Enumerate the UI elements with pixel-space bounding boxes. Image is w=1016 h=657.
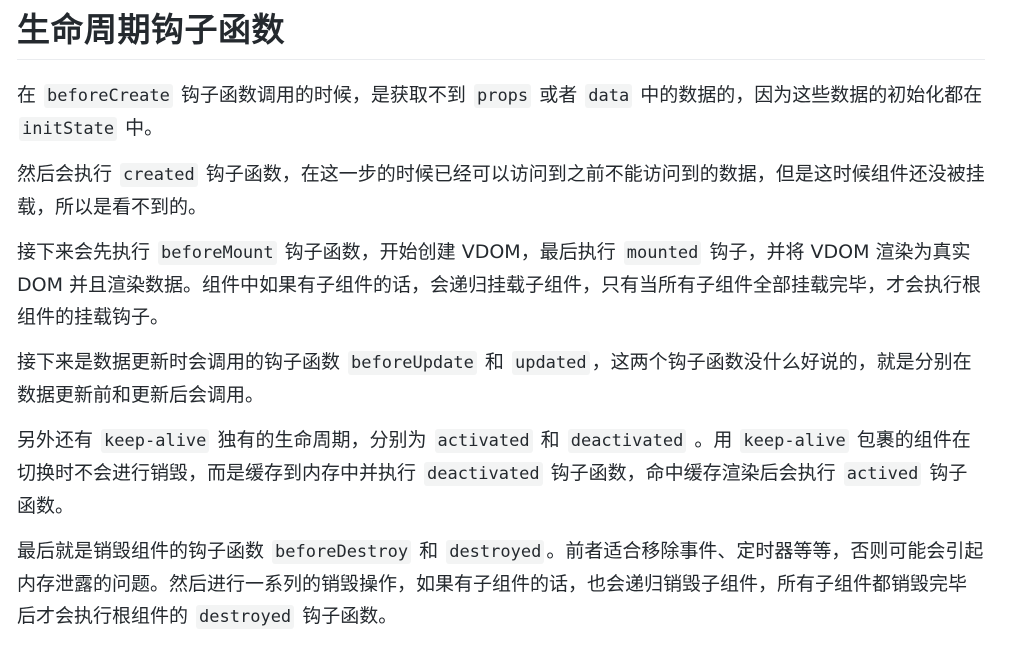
inline-code: updated xyxy=(511,351,590,375)
paragraph-1: 在 beforeCreate 钩子函数调用的时候，是获取不到 props 或者 … xyxy=(17,79,985,145)
inline-code: initState xyxy=(19,117,118,141)
text-run: 另外还有 xyxy=(17,429,100,451)
text-run: 最后就是销毁组件的钩子函数 xyxy=(17,540,271,562)
text-run: 和 xyxy=(478,351,510,373)
inline-code: props xyxy=(473,84,532,108)
inline-code: activated xyxy=(434,429,533,453)
inline-code: destroyed xyxy=(446,540,545,564)
text-run: 中的数据的，因为这些数据的初始化都在 xyxy=(634,84,983,106)
paragraph-6: 最后就是销毁组件的钩子函数 beforeDestroy 和 destroyed。… xyxy=(17,535,985,633)
text-run: 在 xyxy=(17,84,43,106)
inline-code: beforeMount xyxy=(158,241,277,265)
text-run: 接下来会先执行 xyxy=(17,241,157,263)
inline-code: deactivated xyxy=(567,429,687,453)
page-title: 生命周期钩子函数 xyxy=(17,4,985,60)
paragraph-3: 接下来会先执行 beforeMount 钩子函数，开始创建 VDOM，最后执行 … xyxy=(17,236,985,333)
inline-code: deactivated xyxy=(424,462,543,486)
inline-code: beforeCreate xyxy=(44,84,173,108)
text-run: 。用 xyxy=(688,429,739,451)
inline-code: destroyed xyxy=(196,605,295,629)
text-run: 和 xyxy=(534,429,566,451)
inline-code: mounted xyxy=(623,241,702,265)
text-run: 和 xyxy=(413,540,445,562)
inline-code: beforeUpdate xyxy=(348,351,477,375)
article-body: 在 beforeCreate 钩子函数调用的时候，是获取不到 props 或者 … xyxy=(17,79,985,633)
inline-code: beforeDestroy xyxy=(272,540,412,564)
inline-code: created xyxy=(120,163,198,187)
paragraph-5: 另外还有 keep-alive 独有的生命周期，分别为 activated 和 … xyxy=(17,424,985,522)
text-run: 然后会执行 xyxy=(17,163,119,185)
text-run: 钩子函数调用的时候，是获取不到 xyxy=(174,84,472,106)
inline-code: keep-alive xyxy=(101,429,210,453)
inline-code: data xyxy=(585,84,633,108)
paragraph-2: 然后会执行 created 钩子函数，在这一步的时候已经可以访问到之前不能访问到… xyxy=(17,158,985,223)
inline-code: keep-alive xyxy=(740,429,849,453)
inline-code: actived xyxy=(843,462,922,486)
text-run: 或者 xyxy=(533,84,584,106)
article: 生命周期钩子函数 在 beforeCreate 钩子函数调用的时候，是获取不到 … xyxy=(17,0,985,633)
text-run: 钩子函数，开始创建 VDOM，最后执行 xyxy=(278,241,622,263)
paragraph-4: 接下来是数据更新时会调用的钩子函数 beforeUpdate 和 updated… xyxy=(17,346,985,411)
text-run: 钩子函数，命中缓存渲染后会执行 xyxy=(544,462,842,484)
text-run: 独有的生命周期，分别为 xyxy=(211,429,433,451)
text-run: 中。 xyxy=(119,117,164,139)
text-run: 接下来是数据更新时会调用的钩子函数 xyxy=(17,351,347,373)
text-run: 钩子函数。 xyxy=(296,605,398,627)
